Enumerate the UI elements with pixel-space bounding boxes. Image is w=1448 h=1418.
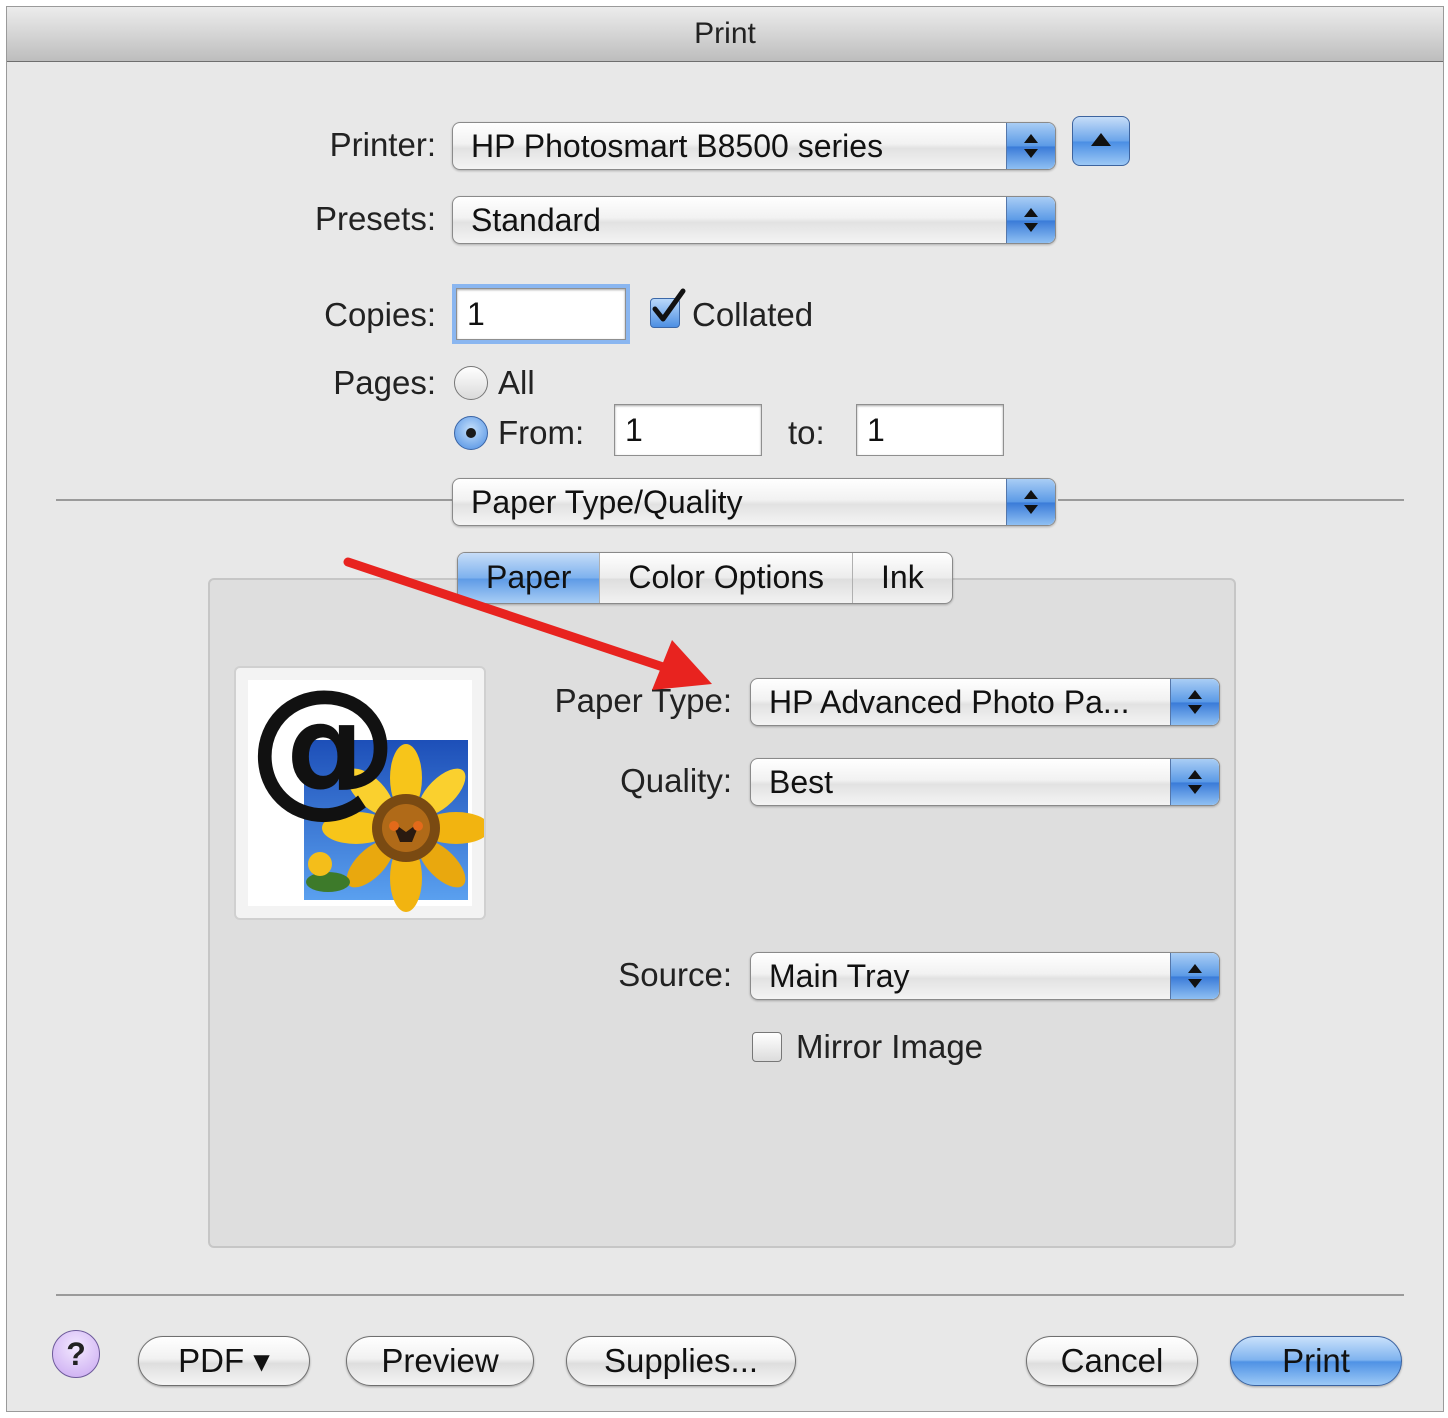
separator xyxy=(56,499,452,501)
pages-from-radio[interactable] xyxy=(454,416,488,450)
mirror-image-checkbox[interactable] xyxy=(752,1032,782,1062)
print-button[interactable]: Print xyxy=(1230,1336,1402,1386)
pages-from-field[interactable]: 1 xyxy=(614,404,762,456)
tab-color-options[interactable]: Color Options xyxy=(599,553,852,603)
pages-to-field[interactable]: 1 xyxy=(856,404,1004,456)
collated-checkbox[interactable] xyxy=(650,288,686,328)
source-value: Main Tray xyxy=(769,958,910,994)
at-sign-glyph: @ xyxy=(248,668,398,832)
printer-value: HP Photosmart B8500 series xyxy=(471,128,884,164)
popup-arrows-icon xyxy=(1006,197,1055,243)
presets-value: Standard xyxy=(471,202,601,238)
pages-from-label: From: xyxy=(498,414,585,451)
help-button[interactable]: ? xyxy=(52,1330,100,1378)
supplies-button[interactable]: Supplies... xyxy=(566,1336,796,1386)
pages-to-label: to: xyxy=(788,414,825,451)
quality-label: Quality: xyxy=(620,762,732,799)
tab-ink[interactable]: Ink xyxy=(852,553,952,603)
print-options-value: Paper Type/Quality xyxy=(471,484,743,520)
paper-type-value: HP Advanced Photo Pa... xyxy=(769,684,1130,720)
separator xyxy=(1058,499,1404,501)
copies-label: Copies: xyxy=(324,296,436,333)
print-options-popup[interactable]: Paper Type/Quality xyxy=(452,478,1056,526)
separator xyxy=(56,1294,1404,1296)
paper-type-popup[interactable]: HP Advanced Photo Pa... xyxy=(750,678,1220,726)
collapse-details-button[interactable] xyxy=(1072,116,1130,166)
printer-label: Printer: xyxy=(329,126,436,163)
sunflower-photo-icon: @ xyxy=(248,668,484,912)
source-popup[interactable]: Main Tray xyxy=(750,952,1220,1000)
paper-type-label: Paper Type: xyxy=(554,682,732,719)
mirror-image-label: Mirror Image xyxy=(796,1028,984,1065)
checkmark-icon xyxy=(652,288,686,322)
copies-field[interactable]: 1 xyxy=(456,288,626,340)
pages-label: Pages: xyxy=(333,364,436,401)
quality-popup[interactable]: Best xyxy=(750,758,1220,806)
popup-arrows-icon xyxy=(1170,953,1219,999)
popup-arrows-icon xyxy=(1006,479,1055,525)
printer-popup[interactable]: HP Photosmart B8500 series xyxy=(452,122,1056,170)
tab-paper[interactable]: Paper xyxy=(458,553,600,603)
tab-bar: Paper Color Options Ink xyxy=(457,552,953,604)
paper-preview: @ xyxy=(234,666,486,920)
pages-all-label: All xyxy=(498,364,535,401)
cancel-button[interactable]: Cancel xyxy=(1026,1336,1198,1386)
presets-popup[interactable]: Standard xyxy=(452,196,1056,244)
preview-button[interactable]: Preview xyxy=(346,1336,534,1386)
pdf-menu-button[interactable]: PDF ▾ xyxy=(138,1336,310,1386)
triangle-up-icon xyxy=(1091,133,1111,146)
popup-arrows-icon xyxy=(1170,759,1219,805)
collated-label: Collated xyxy=(692,296,814,333)
popup-arrows-icon xyxy=(1006,123,1055,169)
quality-value: Best xyxy=(769,764,834,800)
source-label: Source: xyxy=(618,956,732,993)
presets-label: Presets: xyxy=(314,200,436,237)
window-title: Print xyxy=(7,7,1443,62)
pages-all-radio[interactable] xyxy=(454,366,488,400)
popup-arrows-icon xyxy=(1170,679,1219,725)
